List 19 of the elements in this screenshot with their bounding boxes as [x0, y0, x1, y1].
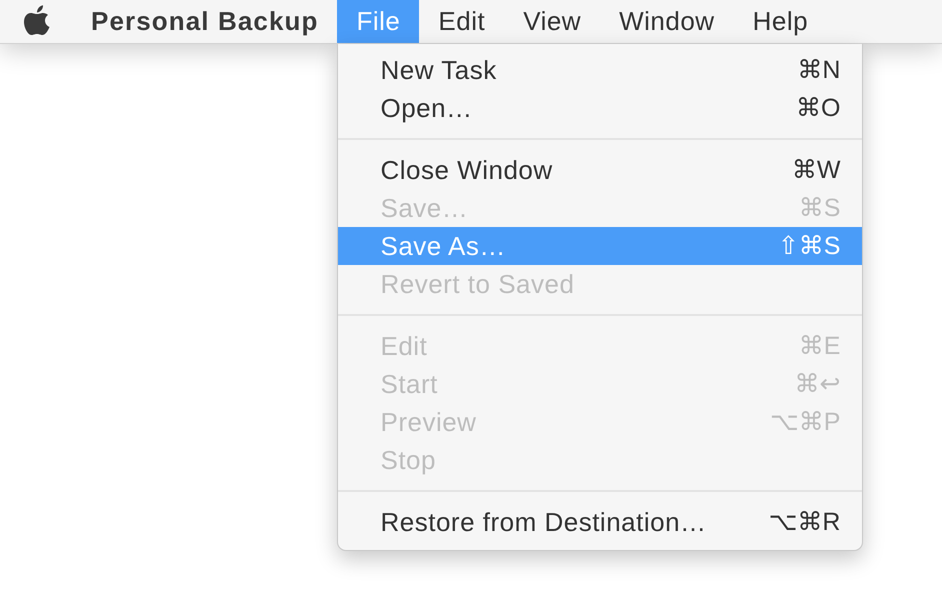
menu-item[interactable]: Open… ⌘O: [338, 89, 862, 127]
shortcut-label: ⌘O: [796, 93, 840, 123]
shortcut-label: ⌥⌘R: [768, 507, 840, 537]
menu-title[interactable]: Edit: [419, 0, 504, 43]
shortcut-label: ⇧⌘S: [778, 231, 840, 261]
shortcut-label: ⌘S: [798, 193, 840, 223]
shortcut-label: ⌥⌘P: [770, 407, 840, 437]
apple-icon[interactable]: [24, 5, 50, 35]
menu-item[interactable]: Restore from Destination… ⌥⌘R: [338, 503, 862, 541]
menu-title[interactable]: Window: [600, 0, 734, 43]
shortcut-label: ⌘N: [797, 55, 840, 85]
menu-item[interactable]: Close Window ⌘W: [338, 151, 862, 189]
menu-title[interactable]: View: [504, 0, 600, 43]
menu-title[interactable]: Help: [734, 0, 828, 43]
menu-item[interactable]: New Task ⌘N: [338, 51, 862, 89]
shortcut-label: ⌘↩: [794, 369, 840, 399]
shortcut-label: ⌘E: [798, 331, 840, 361]
app-menu[interactable]: Personal Backup: [72, 0, 338, 43]
shortcut-label: ⌘W: [792, 155, 840, 185]
